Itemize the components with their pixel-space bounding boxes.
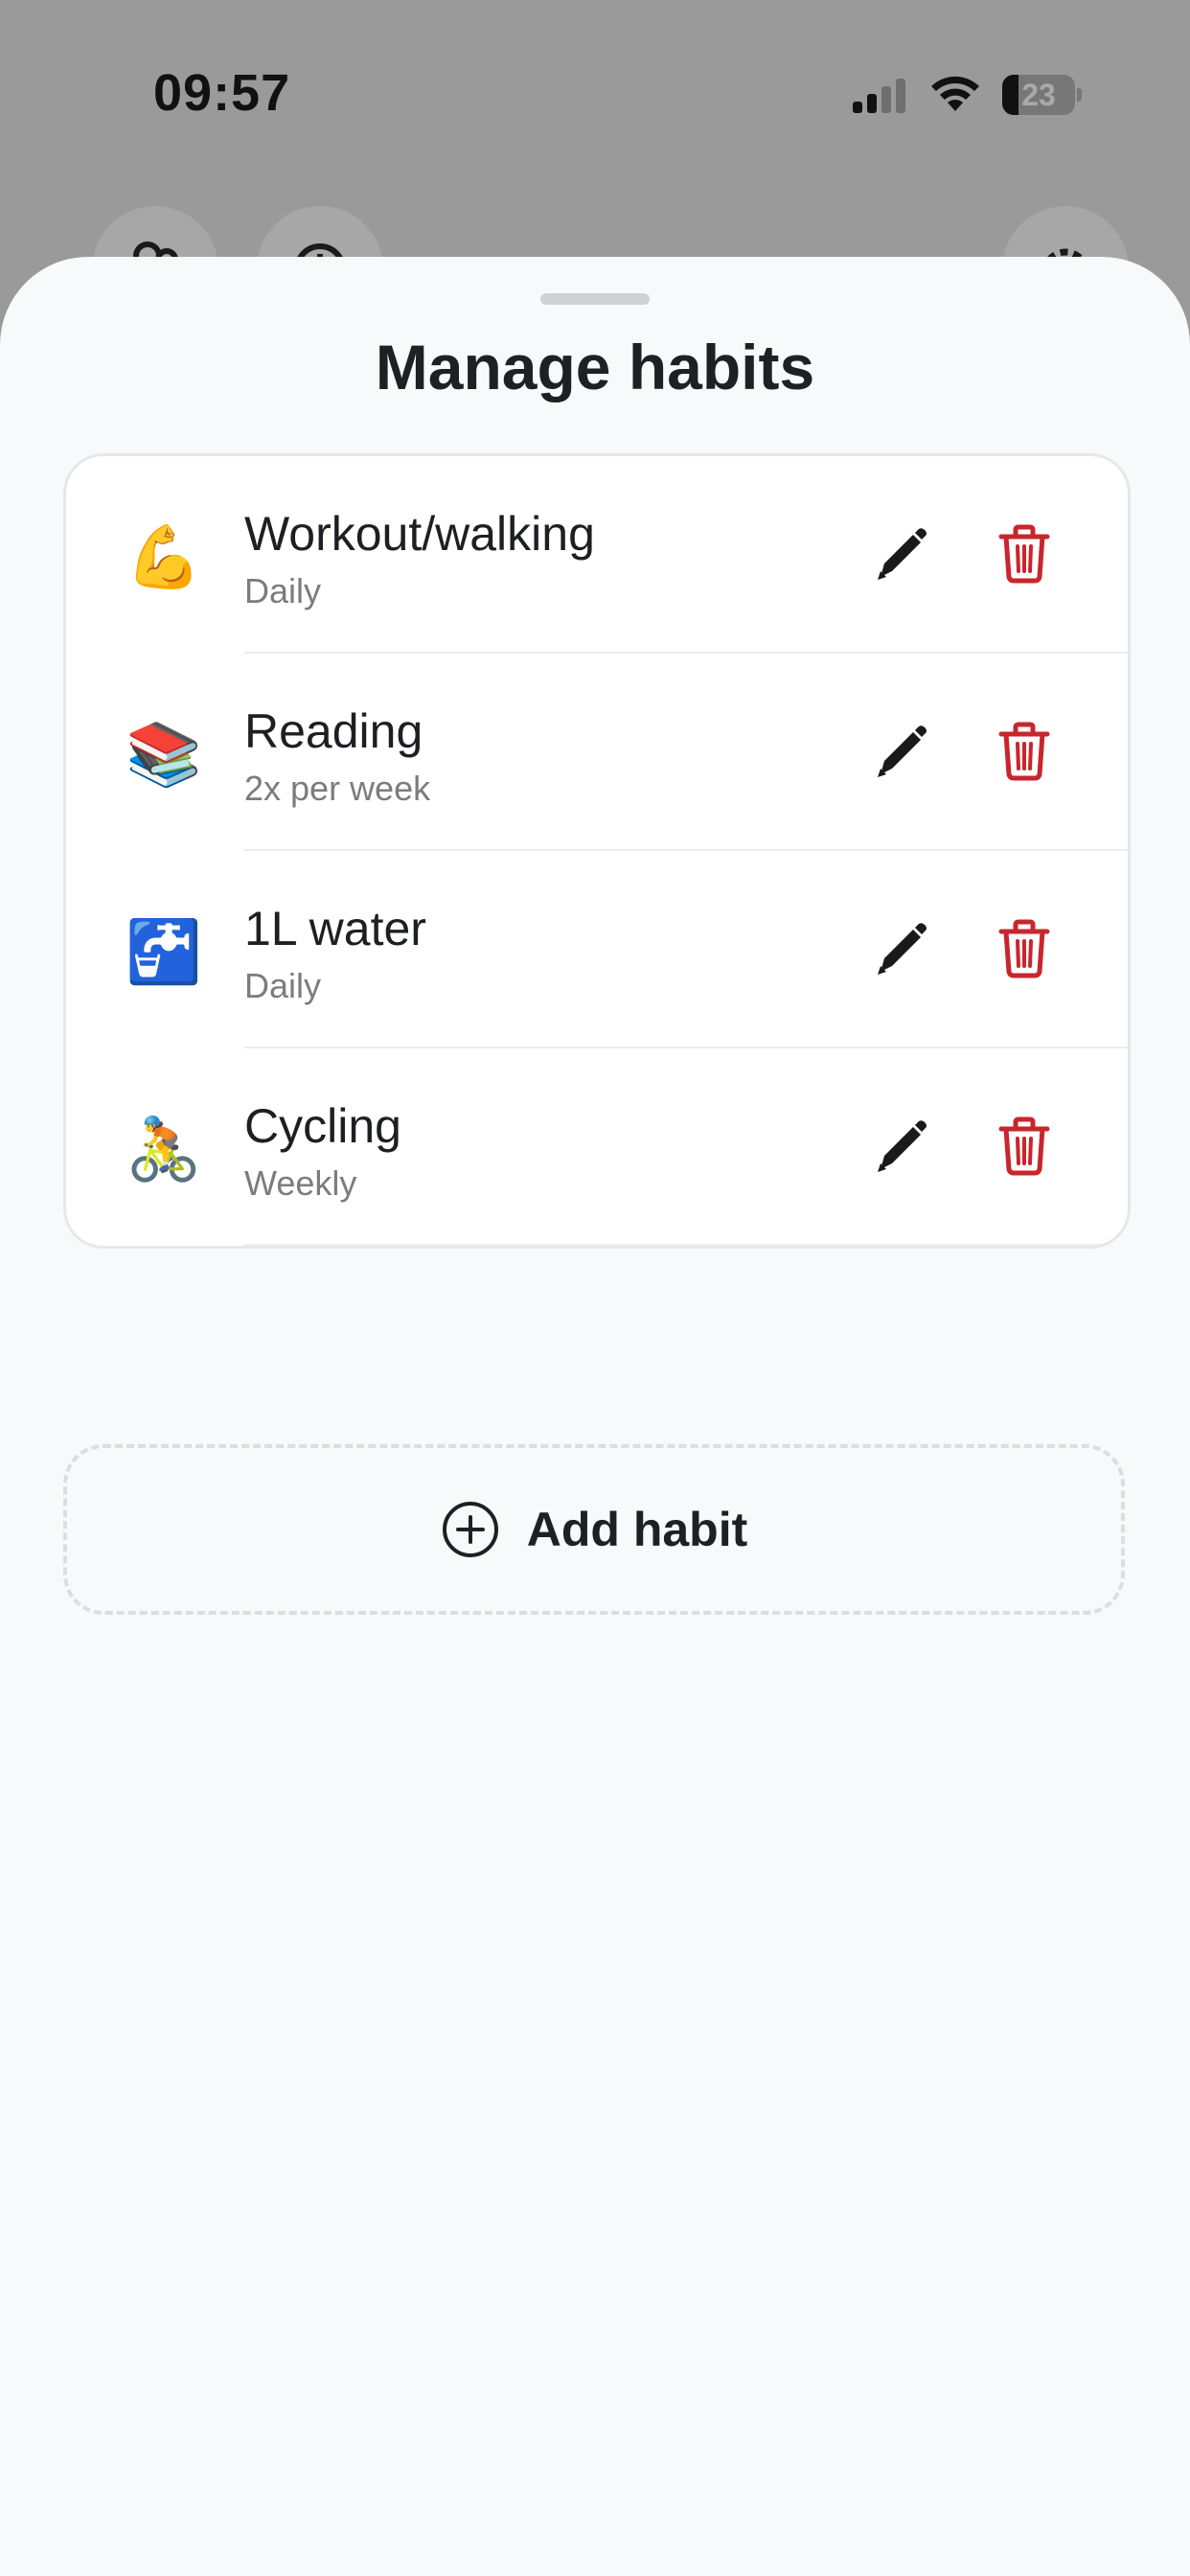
sheet-title: Manage habits bbox=[375, 332, 815, 402]
habit-frequency: Daily bbox=[244, 966, 322, 1005]
trash-icon bbox=[986, 524, 1063, 596]
edit-habit-button[interactable] bbox=[861, 1108, 938, 1184]
delete-habit-button[interactable] bbox=[986, 910, 1063, 987]
battery-body: 23 bbox=[1002, 75, 1075, 115]
habit-name: Workout/walking bbox=[244, 507, 595, 561]
habit-frequency: Weekly bbox=[244, 1163, 357, 1203]
habit-name: Cycling bbox=[244, 1099, 401, 1153]
edit-habit-button[interactable] bbox=[861, 713, 938, 790]
trash-icon bbox=[986, 1116, 1063, 1188]
pencil-icon bbox=[861, 725, 938, 794]
battery-tip bbox=[1077, 88, 1082, 102]
cellular-signal-icon bbox=[851, 77, 908, 115]
habit-name: Reading bbox=[244, 704, 423, 758]
battery-level: 23 bbox=[1021, 78, 1056, 112]
delete-habit-button[interactable] bbox=[986, 516, 1063, 592]
delete-habit-button[interactable] bbox=[986, 713, 1063, 790]
home-indicator bbox=[452, 2526, 738, 2540]
trash-icon bbox=[986, 919, 1063, 991]
habit-row: 🚴 Cycling Weekly bbox=[66, 1048, 1128, 1246]
flexed-biceps-icon: 💪 bbox=[126, 522, 202, 591]
habit-name: 1L water bbox=[244, 902, 426, 955]
habit-row: 🥝2 pieces fruitDaily bbox=[66, 1246, 1128, 1249]
plus-circle-icon bbox=[441, 1500, 500, 1559]
delete-habit-button[interactable] bbox=[986, 1108, 1063, 1184]
add-habit-label: Add habit bbox=[526, 1503, 748, 1556]
pencil-icon bbox=[861, 923, 938, 991]
pencil-icon bbox=[861, 528, 938, 596]
status-bar: 09:57 23 bbox=[0, 0, 1190, 192]
manage-habits-sheet: Manage habits 💪 Workout/walking Daily 📚 Read… bbox=[0, 257, 1190, 2576]
habit-row: 📚 Reading 2x per week bbox=[66, 654, 1128, 851]
edit-habit-button[interactable] bbox=[861, 516, 938, 592]
add-habit-button[interactable]: Add habit bbox=[63, 1444, 1125, 1615]
books-icon: 📚 bbox=[126, 720, 202, 789]
habit-row: 🚰 1L water Daily bbox=[66, 851, 1128, 1048]
edit-habit-button[interactable] bbox=[861, 910, 938, 987]
habit-frequency: Daily bbox=[244, 571, 322, 610]
sheet-grabber[interactable] bbox=[540, 293, 650, 305]
habit-row: 💪 Workout/walking Daily bbox=[66, 456, 1128, 654]
status-time: 09:57 bbox=[153, 64, 291, 122]
pencil-icon bbox=[861, 1120, 938, 1188]
battery-icon: 23 bbox=[1002, 75, 1082, 115]
wifi-icon bbox=[927, 73, 983, 115]
cyclist-icon: 🚴 bbox=[126, 1115, 202, 1184]
habit-list: 💪 Workout/walking Daily 📚 Reading 2x per week… bbox=[63, 453, 1131, 1249]
habit-frequency: 2x per week bbox=[244, 769, 431, 808]
add-habit-content: Add habit bbox=[67, 1448, 1121, 1611]
trash-icon bbox=[986, 722, 1063, 794]
water-tap-icon: 🚰 bbox=[126, 917, 202, 986]
